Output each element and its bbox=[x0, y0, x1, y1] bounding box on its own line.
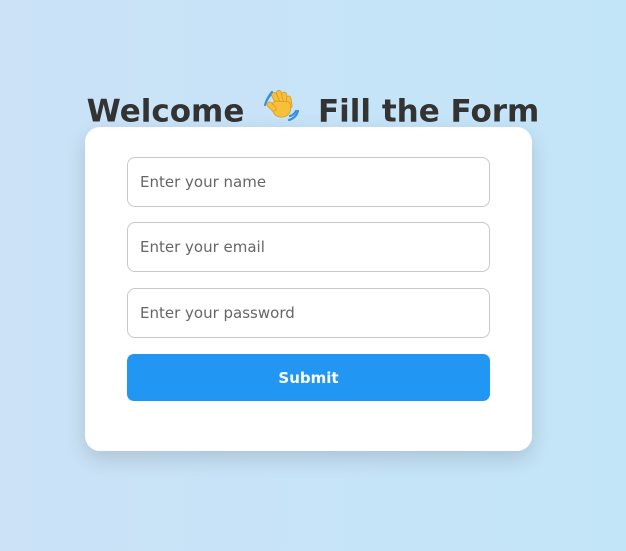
signup-form-card: Submit bbox=[85, 127, 532, 451]
page-title-prefix: Welcome bbox=[86, 93, 245, 130]
email-input[interactable] bbox=[127, 222, 490, 272]
submit-button[interactable]: Submit bbox=[127, 354, 490, 401]
page-title-suffix: Fill the Form bbox=[317, 93, 540, 130]
name-input[interactable] bbox=[127, 157, 490, 207]
password-input[interactable] bbox=[127, 288, 490, 338]
